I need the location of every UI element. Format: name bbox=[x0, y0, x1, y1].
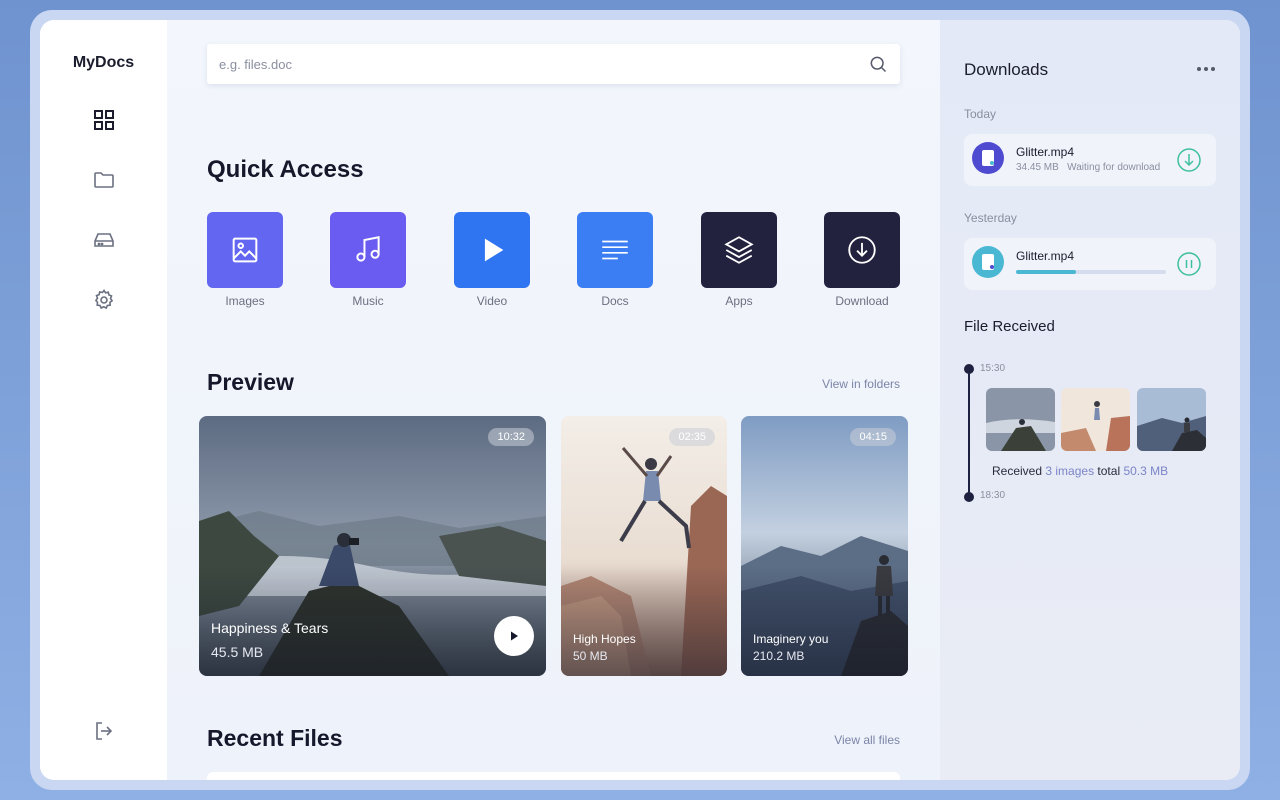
preview-card-imaginery-you[interactable]: 04:15 Imaginery you 210.2 MB bbox=[741, 416, 908, 676]
duration-badge: 10:32 bbox=[488, 428, 534, 446]
file-icon bbox=[982, 150, 994, 166]
quick-access-title: Quick Access bbox=[207, 156, 364, 183]
group-label: Today bbox=[964, 107, 997, 121]
timeline-start-time: 15:30 bbox=[980, 363, 1006, 374]
download-status: Waiting for download bbox=[1067, 162, 1161, 173]
received-total-size: 50.3 MB bbox=[1123, 464, 1169, 478]
quick-access-images[interactable]: Images bbox=[207, 212, 283, 308]
download-file-name: Glitter.mp4 bbox=[1016, 145, 1075, 159]
jumping-person-image bbox=[1061, 388, 1130, 451]
download-item[interactable]: Glitter.mp4 bbox=[964, 238, 1216, 290]
received-image-thumb[interactable] bbox=[1061, 388, 1130, 451]
quick-access-label: Apps bbox=[725, 294, 753, 308]
quick-access-video[interactable]: Video bbox=[454, 212, 530, 308]
sidebar-item-drives[interactable] bbox=[91, 227, 117, 253]
play-button[interactable] bbox=[494, 616, 534, 656]
folder-icon bbox=[94, 172, 114, 188]
card-title: Happiness & Tears bbox=[211, 620, 329, 636]
download-meta: 34.45 MB Waiting for download bbox=[1016, 162, 1160, 173]
quick-access-docs[interactable]: Docs bbox=[577, 212, 653, 308]
quick-access-tile bbox=[701, 212, 777, 288]
music-icon bbox=[356, 236, 380, 262]
downloads-panel: Downloads Today Glitter.mp4 34.45 MB Wai… bbox=[940, 20, 1240, 780]
grid-icon bbox=[94, 110, 114, 130]
download-circle-icon[interactable] bbox=[1176, 147, 1202, 173]
play-icon bbox=[484, 238, 504, 262]
received-count: 3 images bbox=[1045, 464, 1095, 478]
hard-drive-icon bbox=[94, 233, 114, 247]
card-size: 50 MB bbox=[573, 649, 608, 663]
timeline-line bbox=[968, 369, 970, 497]
quick-access-tile bbox=[824, 212, 900, 288]
logout-icon bbox=[96, 722, 113, 740]
search-bar bbox=[207, 44, 900, 84]
sidebar-item-settings[interactable] bbox=[91, 287, 117, 313]
file-avatar bbox=[972, 246, 1004, 278]
download-progress-fill bbox=[1016, 270, 1076, 274]
quick-access-apps[interactable]: Apps bbox=[701, 212, 777, 308]
more-horizontal-icon[interactable] bbox=[1196, 66, 1216, 72]
quick-access-label: Images bbox=[225, 294, 265, 308]
file-avatar bbox=[972, 142, 1004, 174]
quick-access-label: Video bbox=[476, 294, 508, 308]
downloads-title: Downloads bbox=[964, 60, 1049, 79]
main-content: Quick Access Images Music Video bbox=[167, 20, 940, 780]
view-in-folders-link[interactable]: View in folders bbox=[822, 377, 900, 391]
app-window: MyDocs e.g. files.doc Quick Access Image… bbox=[40, 20, 1240, 780]
sidebar: MyDocs bbox=[40, 20, 167, 780]
card-title: High Hopes bbox=[573, 632, 636, 646]
document-lines-icon bbox=[602, 240, 628, 260]
download-item[interactable]: Glitter.mp4 34.45 MB Waiting for downloa… bbox=[964, 134, 1216, 186]
quick-access-label: Docs bbox=[601, 294, 629, 308]
card-size: 210.2 MB bbox=[753, 649, 805, 663]
download-size: 34.45 MB bbox=[1016, 162, 1059, 173]
quick-access-label: Music bbox=[352, 294, 384, 308]
image-icon bbox=[232, 237, 258, 263]
mountain-photographer-image bbox=[986, 388, 1055, 451]
quick-access-tile bbox=[577, 212, 653, 288]
quick-access-tile bbox=[207, 212, 283, 288]
preview-card-high-hopes[interactable]: 02:35 High Hopes 50 MB bbox=[561, 416, 727, 676]
quick-access-download[interactable]: Download bbox=[824, 212, 900, 308]
quick-access-label: Download bbox=[835, 294, 889, 308]
group-label: Yesterday bbox=[964, 211, 1017, 225]
received-image-thumb[interactable] bbox=[986, 388, 1055, 451]
play-icon bbox=[511, 631, 518, 641]
search-input[interactable] bbox=[207, 44, 857, 84]
pause-circle-icon[interactable] bbox=[1176, 251, 1202, 277]
received-label: Received bbox=[992, 464, 1043, 478]
preview-card-happiness-tears[interactable]: 10:32 Happiness & Tears 45.5 MB bbox=[199, 416, 546, 676]
recent-files-list bbox=[207, 772, 900, 780]
layers-icon bbox=[724, 236, 754, 264]
card-size: 45.5 MB bbox=[211, 644, 264, 660]
brand-logo: MyDocs bbox=[72, 54, 135, 71]
file-received-title: File Received bbox=[964, 318, 1055, 335]
received-total-label: total bbox=[1097, 464, 1121, 478]
timeline-end-time: 18:30 bbox=[980, 490, 1006, 501]
received-summary: Received 3 images total 50.3 MB bbox=[992, 464, 1168, 478]
quick-access-tile bbox=[454, 212, 530, 288]
view-all-files-link[interactable]: View all files bbox=[834, 733, 900, 747]
sidebar-item-dashboard[interactable] bbox=[91, 107, 117, 133]
hiker-mountain-image bbox=[1137, 388, 1206, 451]
quick-access-tile bbox=[330, 212, 406, 288]
logout-button[interactable] bbox=[91, 718, 117, 744]
preview-title: Preview bbox=[207, 369, 294, 395]
file-icon bbox=[982, 254, 994, 270]
sidebar-item-folders[interactable] bbox=[91, 167, 117, 193]
timeline-dot bbox=[964, 364, 974, 374]
search-icon[interactable] bbox=[868, 54, 888, 74]
timeline-dot bbox=[964, 492, 974, 502]
download-file-name: Glitter.mp4 bbox=[1016, 249, 1075, 263]
download-circle-icon bbox=[848, 236, 876, 264]
duration-badge: 04:15 bbox=[850, 428, 896, 446]
duration-badge: 02:35 bbox=[669, 428, 715, 446]
download-progress-bar bbox=[1016, 270, 1166, 274]
card-title: Imaginery you bbox=[753, 632, 829, 646]
gear-icon bbox=[94, 289, 114, 310]
recent-files-title: Recent Files bbox=[207, 725, 343, 751]
quick-access-music[interactable]: Music bbox=[330, 212, 406, 308]
received-image-thumb[interactable] bbox=[1137, 388, 1206, 451]
